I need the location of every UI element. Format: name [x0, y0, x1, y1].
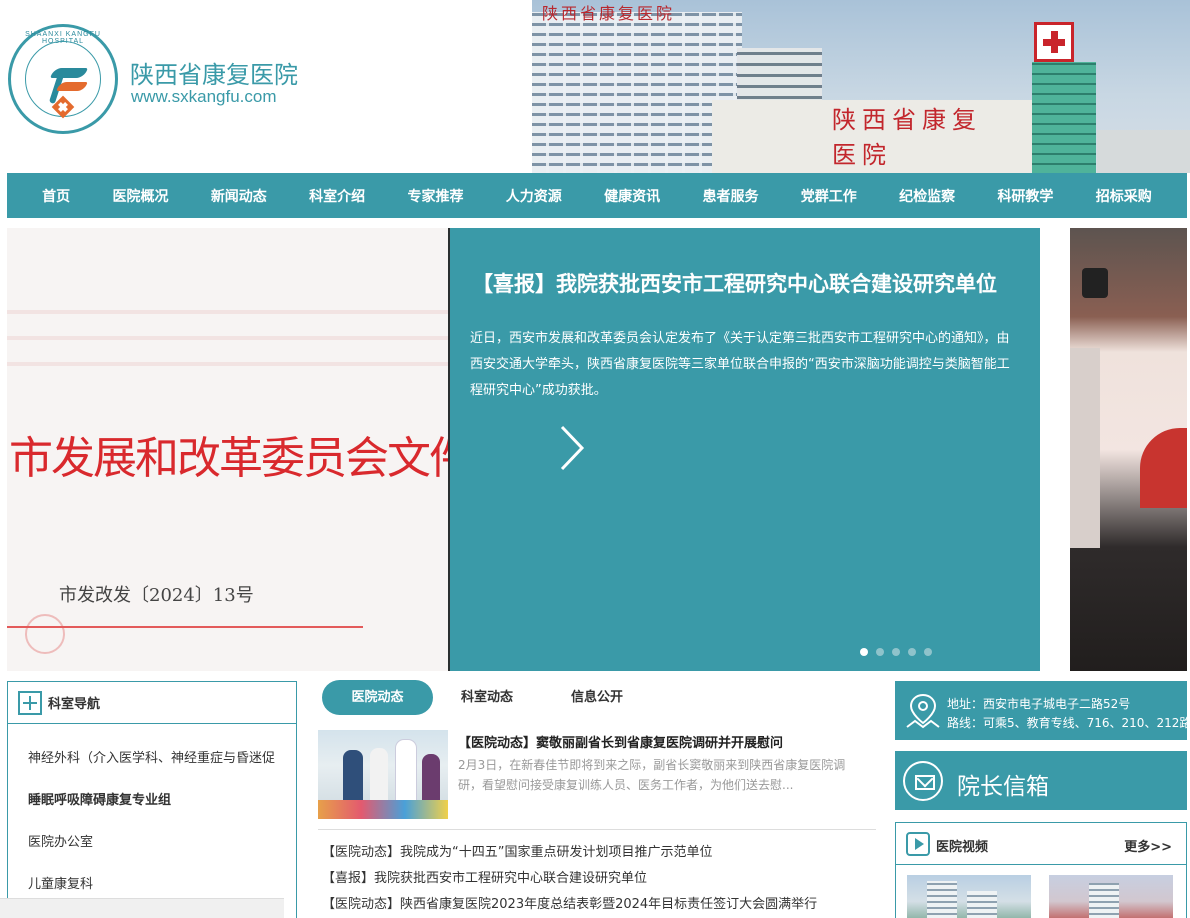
- main-nav: 首页 医院概况 新闻动态 科室介绍 专家推荐 人力资源 健康资讯 患者服务 党群…: [7, 173, 1187, 218]
- document-faint-text: [7, 288, 448, 388]
- nav-item-experts[interactable]: 专家推荐: [407, 186, 463, 206]
- news-item[interactable]: 【喜报】我院获批西安市工程研究中心联合建设研究单位: [322, 866, 877, 892]
- news-carousel: 市发展和改革委员会文件 市发改发〔2024〕13号 【喜报】我院获批西安市工程研…: [7, 228, 1187, 671]
- video-more-link[interactable]: 更多>>: [1124, 836, 1172, 855]
- news-tabs: 医院动态 科室动态 信息公开: [322, 680, 877, 716]
- news-item[interactable]: 【医院动态】我院成为“十四五”国家重点研发计划项目推广示范单位: [322, 840, 877, 866]
- director-mailbox-label: 院长信箱: [957, 774, 1049, 800]
- tab-public-info[interactable]: 信息公开: [562, 680, 632, 715]
- conference-red-flag: [1140, 428, 1187, 508]
- nav-item-patient-service[interactable]: 患者服务: [702, 186, 758, 206]
- department-item[interactable]: 医院办公室: [28, 822, 294, 864]
- department-nav-header: 科室导航: [8, 682, 296, 724]
- logo-mark-orange: [56, 82, 88, 91]
- nav-item-news[interactable]: 新闻动态: [211, 186, 267, 206]
- carousel-dot[interactable]: [908, 648, 916, 656]
- conference-stage-light: [1082, 268, 1108, 298]
- featured-news: 【医院动态】窦敬丽副省长到省康复医院调研并开展慰问 2月3日，在新春佳节即将到来…: [318, 730, 876, 830]
- carousel-dot[interactable]: [876, 648, 884, 656]
- play-icon: [906, 832, 930, 856]
- video-thumbnail[interactable]: [907, 875, 1031, 918]
- carousel-caption-panel: 【喜报】我院获批西安市工程研究中心联合建设研究单位 近日，西安市发展和改革委员会…: [448, 228, 1040, 671]
- carousel-description: 近日，西安市发展和改革委员会认定发布了《关于认定第三批西安市工程研究中心的通知》…: [470, 331, 1010, 398]
- featured-news-title[interactable]: 【医院动态】窦敬丽副省长到省康复医院调研并开展慰问: [458, 732, 868, 751]
- video-thumbnail[interactable]: [1049, 875, 1173, 918]
- nav-item-hr[interactable]: 人力资源: [506, 186, 562, 206]
- nav-item-research[interactable]: 科研教学: [997, 186, 1053, 206]
- photo-roof-sign: 陕西省康复医院: [542, 4, 676, 23]
- tab-hospital-news[interactable]: 医院动态: [322, 680, 433, 715]
- tab-department-news[interactable]: 科室动态: [452, 680, 522, 715]
- department-item[interactable]: 睡眠呼吸障碍康复专业组: [28, 780, 294, 822]
- department-nav-title: 科室导航: [48, 697, 101, 712]
- photo-toys: [318, 800, 448, 819]
- plus-icon: [18, 690, 42, 715]
- department-list: 神经外科（介入医学科、神经重症与昏迷促 睡眠呼吸障碍康复专业组 医院办公室 儿童…: [8, 724, 296, 906]
- photo-green-tower: [1032, 62, 1096, 173]
- department-item[interactable]: 神经外科（介入医学科、神经重症与昏迷促: [28, 738, 294, 780]
- nav-item-procurement[interactable]: 招标采购: [1096, 186, 1152, 206]
- carousel-image-document[interactable]: 市发展和改革委员会文件 市发改发〔2024〕13号: [7, 228, 448, 671]
- featured-news-image[interactable]: [318, 730, 448, 819]
- nav-item-home[interactable]: 首页: [42, 186, 70, 206]
- director-mailbox-button[interactable]: 院长信箱: [895, 751, 1187, 810]
- hospital-building-photo: 陕西省康复医院 陕西省康复医院: [532, 0, 1190, 173]
- thumbnail-building: [927, 881, 957, 918]
- photo-front-sign: 陕西省康复医院: [832, 106, 982, 169]
- address-text: 地址：西安市电子城电子二路52号: [947, 697, 1131, 711]
- nav-item-party-work[interactable]: 党群工作: [801, 186, 857, 206]
- carousel-dot[interactable]: [860, 648, 868, 656]
- route-text: 路线：可乘5、教育专线、716、210、212路: [947, 716, 1190, 730]
- horizontal-scrollbar[interactable]: [0, 898, 284, 918]
- hospital-video-panel: 医院视频 更多>>: [895, 822, 1187, 918]
- document-red-line: [7, 626, 363, 628]
- site-header: SHAANXI KANGFU HOSPITAL 陕西省康复医院 www.sxka…: [0, 0, 1190, 173]
- carousel-dots: [860, 648, 932, 656]
- carousel-image-conference[interactable]: [1070, 228, 1187, 671]
- video-panel-header: 医院视频 更多>>: [896, 823, 1186, 865]
- address-panel: 地址：西安市电子城电子二路52号 路线：可乘5、教育专线、716、210、212…: [895, 681, 1190, 740]
- nav-item-overview[interactable]: 医院概况: [112, 186, 168, 206]
- thumbnail-building: [1089, 883, 1119, 918]
- video-panel-title: 医院视频: [936, 840, 989, 855]
- conference-stage: [1070, 348, 1100, 548]
- red-cross-icon: [1034, 22, 1074, 62]
- news-list: 【医院动态】我院成为“十四五”国家重点研发计划项目推广示范单位 【喜报】我院获批…: [322, 840, 877, 918]
- document-red-header: 市发展和改革委员会文件: [9, 433, 448, 484]
- carousel-dot[interactable]: [924, 648, 932, 656]
- page: SHAANXI KANGFU HOSPITAL 陕西省康复医院 www.sxka…: [0, 0, 1190, 918]
- logo-mark-teal: [50, 68, 88, 78]
- department-nav-panel: 科室导航 神经外科（介入医学科、神经重症与昏迷促 睡眠呼吸障碍康复专业组 医院办…: [7, 681, 297, 918]
- site-url[interactable]: www.sxkangfu.com: [131, 87, 277, 107]
- photo-main-building: [532, 12, 742, 173]
- photo-tower-annex: [1097, 130, 1190, 173]
- nav-item-departments[interactable]: 科室介绍: [309, 186, 365, 206]
- carousel-dot[interactable]: [892, 648, 900, 656]
- document-stamp: [25, 614, 65, 654]
- featured-news-summary: 2月3日，在新春佳节即将到来之际，副省长窦敬丽来到陕西省康复医院调研，看望慰问接…: [458, 758, 846, 792]
- document-number: 市发改发〔2024〕13号: [59, 585, 254, 606]
- nav-item-health-info[interactable]: 健康资讯: [604, 186, 660, 206]
- thumbnail-building: [967, 891, 997, 918]
- chevron-right-icon[interactable]: [556, 423, 586, 473]
- hospital-logo[interactable]: SHAANXI KANGFU HOSPITAL: [8, 24, 118, 134]
- carousel-title[interactable]: 【喜报】我院获批西安市工程研究中心联合建设研究单位: [472, 268, 1032, 298]
- envelope-icon: [903, 761, 943, 801]
- map-pin-icon: [906, 693, 940, 729]
- site-name[interactable]: 陕西省康复医院: [130, 55, 298, 90]
- nav-item-discipline[interactable]: 纪检监察: [899, 186, 955, 206]
- news-item[interactable]: 【医院动态】陕西省康复医院2023年度总结表彰暨2024年目标责任签订大会圆满举…: [322, 892, 877, 918]
